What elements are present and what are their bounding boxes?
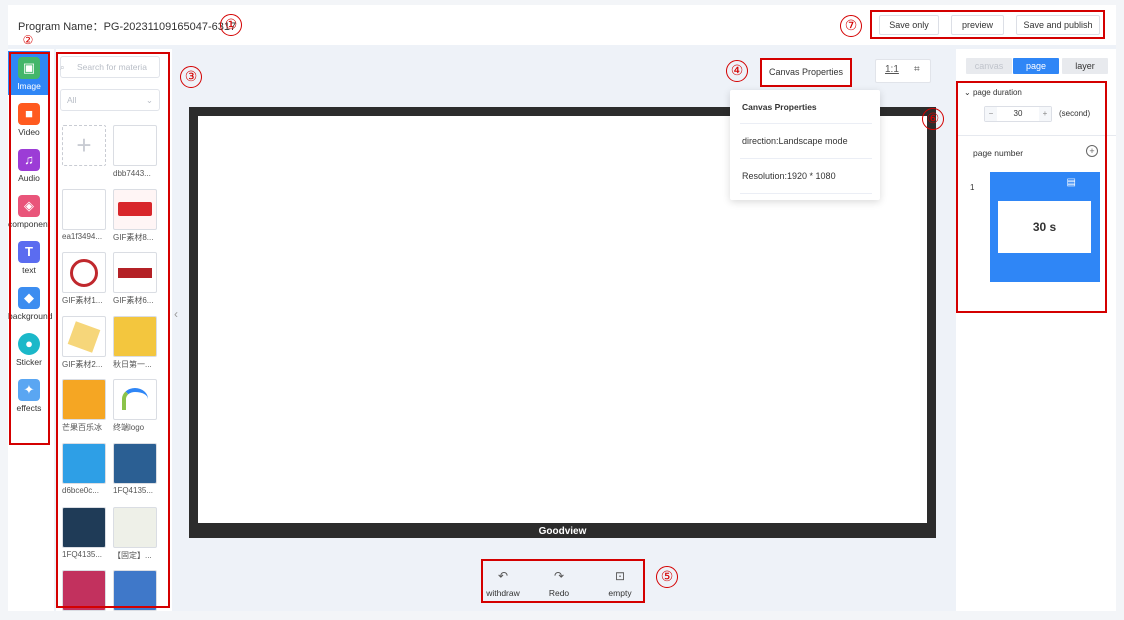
tab-page[interactable]: page: [1013, 58, 1059, 74]
tab-canvas[interactable]: canvas: [966, 58, 1012, 74]
preview-button[interactable]: preview: [951, 15, 1004, 35]
canvas-properties-popover: Canvas Properties direction:Landscape mo…: [730, 90, 880, 200]
divider: [740, 123, 872, 124]
annotation-badge-3: ③: [180, 66, 202, 88]
app-window: Program Name：PG-20231109165047-6317 ① ⑦ …: [8, 5, 1116, 611]
empty-button[interactable]: ⊡ empty: [598, 569, 642, 598]
tab-layer[interactable]: layer: [1062, 58, 1108, 74]
annotation-badge-6: ⑥: [922, 108, 944, 130]
annotation-badge-4: ④: [726, 60, 748, 82]
brand-label: Goodview: [538, 526, 587, 537]
history-toolbar: ↶ withdraw ↷ Redo ⊡ empty: [481, 559, 645, 603]
save-only-button[interactable]: Save only: [879, 15, 939, 35]
canvas-properties-button[interactable]: Canvas Properties: [760, 58, 852, 87]
popover-title: Canvas Properties: [742, 102, 817, 112]
redo-icon: ↷: [553, 569, 565, 583]
withdraw-button[interactable]: ↶ withdraw: [481, 569, 525, 598]
fit-screen-icon[interactable]: ⌗: [914, 64, 920, 75]
resolution-setting[interactable]: Resolution:1920 * 1080: [742, 171, 870, 181]
annotation-badge-7: ⑦: [840, 15, 862, 37]
top-bar: Program Name：PG-20231109165047-6317 ① ⑦ …: [8, 5, 1116, 45]
annotation-box-3: [56, 52, 170, 608]
direction-setting[interactable]: direction:Landscape mode: [742, 136, 870, 146]
undo-icon: ↶: [497, 569, 509, 583]
annotation-badge-1: ①: [220, 14, 242, 36]
collapse-panel-icon[interactable]: ‹: [174, 307, 178, 321]
view-tools: 1:1 ⌗: [875, 59, 931, 83]
redo-button[interactable]: ↷ Redo: [537, 569, 581, 598]
annotation-badge-5: ⑤: [656, 566, 678, 588]
properties-panel: canvas page layer ⌄ page duration − 30 +…: [956, 49, 1116, 611]
annotation-box-2: [9, 52, 50, 445]
save-and-publish-button[interactable]: Save and publish: [1016, 15, 1100, 35]
annotation-box-6: [956, 81, 1107, 313]
clear-canvas-icon: ⊡: [614, 569, 626, 583]
divider: [740, 158, 872, 159]
ratio-button[interactable]: 1:1: [885, 64, 899, 75]
divider: [740, 193, 872, 194]
program-name: Program Name：PG-20231109165047-6317: [18, 21, 237, 33]
